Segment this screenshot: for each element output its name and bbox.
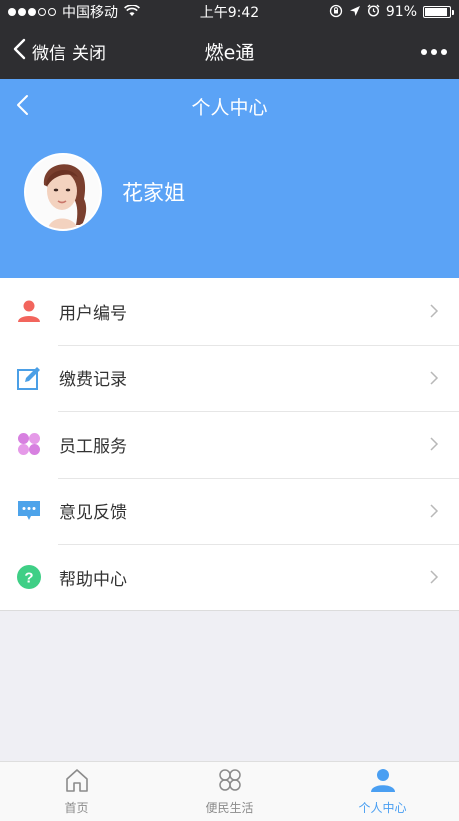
- tab-label: 便民生活: [205, 801, 254, 815]
- header-bar: 个人中心: [0, 79, 459, 133]
- close-button[interactable]: 关闭: [72, 39, 106, 64]
- flower-icon: [217, 767, 243, 797]
- menu-label: 用户编号: [59, 303, 127, 324]
- menu-label: 缴费记录: [59, 370, 127, 391]
- help-icon: ?: [16, 564, 42, 590]
- rotation-lock-icon: [329, 4, 343, 21]
- carrier-name: 中国移动: [62, 5, 118, 21]
- tab-convenience-life[interactable]: 便民生活: [153, 762, 306, 821]
- menu-item-help-center[interactable]: ? 帮助中心: [0, 544, 459, 611]
- clover-icon: [16, 431, 42, 457]
- chevron-right-icon: [429, 503, 443, 519]
- signal-icon: [8, 8, 56, 16]
- status-left: 中国移动: [8, 2, 140, 22]
- more-options-icon[interactable]: [421, 48, 447, 55]
- profile-header: 个人中心 花家姐: [0, 79, 459, 278]
- menu-item-employee-services[interactable]: 员工服务: [0, 411, 459, 478]
- wechat-nav-left: 微信 关闭: [12, 38, 106, 65]
- menu-item-payment-records[interactable]: 缴费记录: [0, 344, 459, 412]
- status-bar: 中国移动 上午9:42 91%: [0, 0, 459, 24]
- profile-row[interactable]: 花家姐: [0, 153, 459, 231]
- tab-label: 个人中心: [358, 801, 407, 815]
- wechat-page-title: 燃e通: [204, 42, 255, 64]
- menu-label: 帮助中心: [59, 569, 127, 590]
- alarm-icon: [367, 4, 380, 20]
- header-back-icon[interactable]: [14, 92, 32, 118]
- tab-bar: 首页 便民生活 个人中心: [0, 761, 459, 821]
- battery-icon: [423, 6, 454, 18]
- tab-personal-center[interactable]: 个人中心: [306, 762, 459, 821]
- menu-item-feedback[interactable]: 意见反馈: [0, 477, 459, 545]
- chat-icon: [16, 498, 42, 524]
- tab-label: 首页: [64, 801, 89, 815]
- tab-home[interactable]: 首页: [0, 762, 153, 821]
- battery-fill: [425, 8, 447, 16]
- chevron-right-icon: [429, 370, 443, 386]
- menu-label: 员工服务: [59, 436, 127, 457]
- location-icon: [349, 5, 361, 20]
- user-icon: [16, 298, 42, 324]
- menu-label: 意见反馈: [59, 503, 127, 524]
- wechat-nav-bar: 微信 关闭 燃e通: [0, 24, 459, 79]
- status-time: 上午9:42: [199, 5, 260, 21]
- chevron-right-icon: [429, 303, 443, 319]
- person-icon: [370, 767, 396, 797]
- wifi-icon: [124, 3, 140, 20]
- menu-list: 用户编号 缴费记录 员工服务 意见反馈 ? 帮助中心: [0, 278, 459, 611]
- status-right: 91%: [329, 4, 454, 21]
- svg-text:?: ?: [24, 570, 33, 587]
- edit-icon: [16, 365, 42, 391]
- avatar[interactable]: [24, 153, 102, 231]
- battery-percent: 91%: [385, 4, 417, 20]
- list-bottom-divider: [0, 610, 459, 611]
- chevron-right-icon: [429, 569, 443, 585]
- home-icon: [64, 767, 90, 797]
- back-chevron-icon[interactable]: [12, 38, 26, 65]
- username: 花家姐: [122, 181, 185, 205]
- chevron-right-icon: [429, 436, 443, 452]
- menu-item-user-number[interactable]: 用户编号: [0, 278, 459, 345]
- page-title: 个人中心: [191, 96, 268, 119]
- wechat-back-button[interactable]: 微信: [32, 39, 66, 64]
